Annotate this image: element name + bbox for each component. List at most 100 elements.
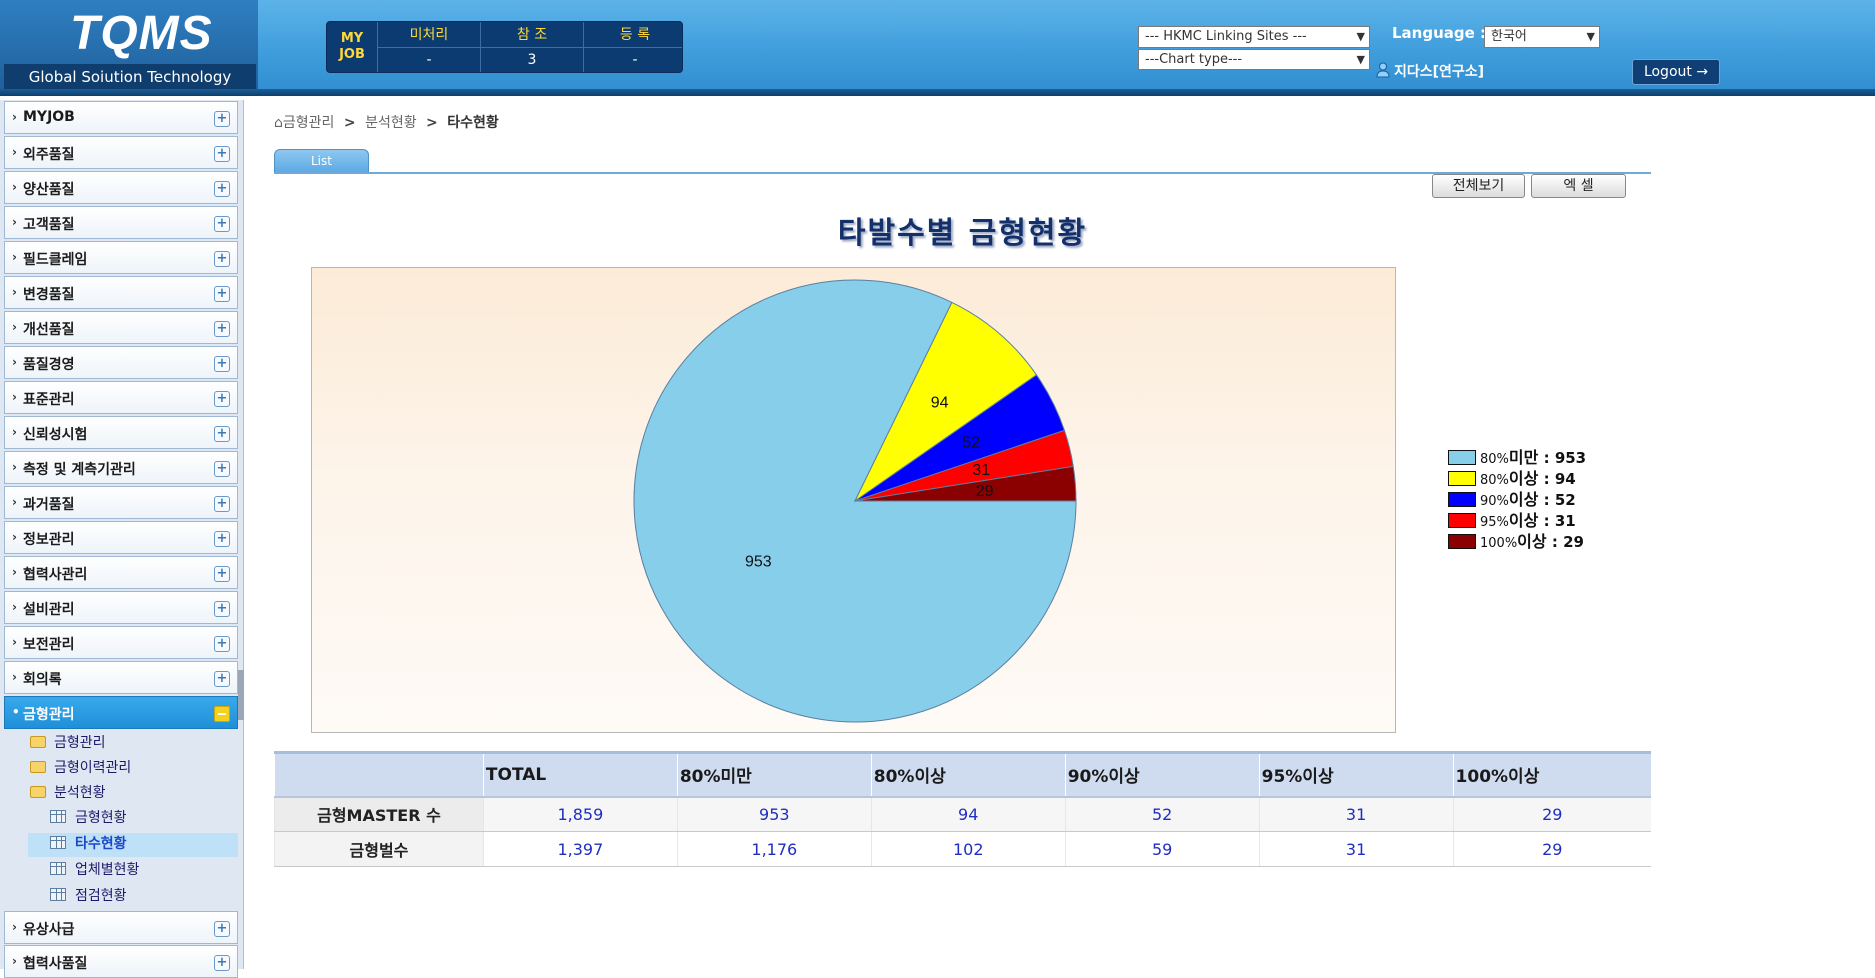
table-cell[interactable]: 31: [1258, 796, 1454, 832]
sidebar-item[interactable]: › 과거품질 +: [4, 486, 238, 519]
table-cell[interactable]: 94: [870, 796, 1066, 832]
user-info[interactable]: 지다스[연구소]: [1376, 61, 1484, 81]
myjob-reference[interactable]: 참 조 3: [480, 22, 583, 72]
collapse-icon[interactable]: [214, 706, 230, 722]
table-cell[interactable]: 953: [676, 796, 872, 832]
table-header-cell: [274, 751, 484, 798]
table-cell[interactable]: 59: [1064, 831, 1260, 867]
table-cell[interactable]: 29: [1452, 831, 1651, 867]
table-header-cell: 80%이상: [870, 751, 1066, 798]
expand-icon[interactable]: +: [214, 496, 230, 512]
sidebar-collapse-handle[interactable]: [238, 670, 244, 720]
sidebar-item[interactable]: › 보전관리 +: [4, 626, 238, 659]
table-header-cell: 95%이상: [1258, 751, 1454, 798]
table-cell[interactable]: 1,859: [482, 796, 678, 832]
table-icon: [50, 862, 66, 875]
sidebar-item[interactable]: › 측정 및 계측기관리 +: [4, 451, 238, 484]
expand-icon[interactable]: +: [214, 251, 230, 267]
myjob-col-title: 미처리: [378, 22, 480, 48]
expand-icon[interactable]: +: [214, 461, 230, 477]
legend-swatch: [1448, 471, 1476, 486]
breadcrumb-level2[interactable]: 분석현황: [365, 115, 417, 131]
linking-sites-select[interactable]: --- HKMC Linking Sites --- ▼: [1138, 26, 1370, 48]
expand-icon[interactable]: +: [214, 181, 230, 197]
sidebar-item[interactable]: › 정보관리 +: [4, 521, 238, 554]
logo[interactable]: TQMS Global Soiution Technology: [0, 0, 258, 92]
chevron-right-icon: ›: [12, 920, 17, 934]
expand-icon[interactable]: +: [214, 636, 230, 652]
chevron-down-icon: ▼: [1586, 30, 1595, 43]
expand-icon[interactable]: +: [214, 216, 230, 232]
submenu-page[interactable]: 금형현황: [50, 807, 127, 831]
submenu-page-active[interactable]: 타수현황: [28, 833, 238, 857]
sidebar-item[interactable]: › 신뢰성시험 +: [4, 416, 238, 449]
submenu-folder[interactable]: 금형관리: [30, 732, 106, 756]
excel-button[interactable]: 엑 셀: [1531, 174, 1626, 198]
sidebar-item[interactable]: › 양산품질 +: [4, 171, 238, 204]
user-icon: [1376, 62, 1390, 78]
sidebar-item[interactable]: › 고객품질 +: [4, 206, 238, 239]
myjob-col-value[interactable]: 3: [481, 48, 583, 72]
table-cell[interactable]: 1,176: [676, 831, 872, 867]
submenu-folder[interactable]: 분석현황: [30, 782, 106, 806]
table-cell[interactable]: 31: [1258, 831, 1454, 867]
expand-icon[interactable]: +: [214, 426, 230, 442]
sidebar-item[interactable]: › 표준관리 +: [4, 381, 238, 414]
expand-icon[interactable]: +: [214, 566, 230, 582]
table-header-cell: 80%미만: [676, 751, 872, 798]
sidebar-item[interactable]: › 유상사급 +: [4, 911, 238, 944]
sidebar-item[interactable]: › 외주품질 +: [4, 136, 238, 169]
expand-icon[interactable]: +: [214, 356, 230, 372]
expand-icon[interactable]: +: [214, 146, 230, 162]
sidebar-item[interactable]: › 회의록 +: [4, 661, 238, 694]
chevron-right-icon: ›: [12, 600, 17, 614]
home-icon[interactable]: ⌂: [274, 115, 283, 131]
submenu-folder[interactable]: 금형이력관리: [30, 757, 131, 781]
sidebar-item[interactable]: › 협력사품질 +: [4, 945, 238, 978]
breadcrumb-home[interactable]: 금형관리: [283, 115, 335, 131]
sidebar-item[interactable]: › 변경품질 +: [4, 276, 238, 309]
submenu-page[interactable]: 업체별현황: [50, 859, 139, 883]
sidebar-item[interactable]: • 금형관리: [4, 696, 238, 729]
submenu-folder-label: 금형관리: [54, 735, 106, 751]
table-header-cell: 90%이상: [1064, 751, 1260, 798]
myjob-col-value[interactable]: -: [378, 48, 480, 72]
sidebar-item[interactable]: › 품질경영 +: [4, 346, 238, 379]
sidebar-item-label: 변경품질: [23, 287, 75, 303]
sidebar-item[interactable]: › 필드클레임 +: [4, 241, 238, 274]
pie-slice-value-label: 94: [931, 394, 949, 411]
sidebar-item[interactable]: › 설비관리 +: [4, 591, 238, 624]
chevron-right-icon: ›: [12, 954, 17, 968]
expand-icon[interactable]: +: [214, 531, 230, 547]
expand-icon[interactable]: +: [214, 111, 230, 127]
sidebar-item[interactable]: › MYJOB +: [4, 101, 238, 134]
table-header-cell: TOTAL: [482, 751, 678, 798]
legend-entry: 100%이상 : 29: [1448, 528, 1586, 551]
sidebar-item-label: 표준관리: [23, 392, 75, 408]
sidebar-item-label: 보전관리: [23, 637, 75, 653]
table-cell[interactable]: 29: [1452, 796, 1651, 832]
legend-swatch: [1448, 534, 1476, 549]
view-all-button[interactable]: 전체보기: [1432, 174, 1525, 198]
table-cell[interactable]: 102: [870, 831, 1066, 867]
submenu-page[interactable]: 점검현황: [50, 885, 127, 909]
expand-icon[interactable]: +: [214, 286, 230, 302]
myjob-registered[interactable]: 등 록 -: [583, 22, 682, 72]
tab-list[interactable]: List: [274, 149, 369, 173]
myjob-col-value[interactable]: -: [584, 48, 682, 72]
expand-icon[interactable]: +: [214, 921, 230, 937]
table-cell[interactable]: 1,397: [482, 831, 678, 867]
chart-type-select[interactable]: ---Chart type--- ▼: [1138, 49, 1370, 70]
logout-button[interactable]: Logout →: [1632, 59, 1720, 85]
sidebar-item-label: 신뢰성시험: [23, 427, 88, 443]
expand-icon[interactable]: +: [214, 671, 230, 687]
expand-icon[interactable]: +: [214, 391, 230, 407]
expand-icon[interactable]: +: [214, 321, 230, 337]
language-select[interactable]: 한국어 ▼: [1484, 26, 1600, 48]
expand-icon[interactable]: +: [214, 601, 230, 617]
myjob-unprocessed[interactable]: 미처리 -: [377, 22, 480, 72]
sidebar-item[interactable]: › 협력사관리 +: [4, 556, 238, 589]
sidebar-item[interactable]: › 개선품질 +: [4, 311, 238, 344]
chevron-right-icon: ›: [12, 320, 17, 334]
table-cell[interactable]: 52: [1064, 796, 1260, 832]
